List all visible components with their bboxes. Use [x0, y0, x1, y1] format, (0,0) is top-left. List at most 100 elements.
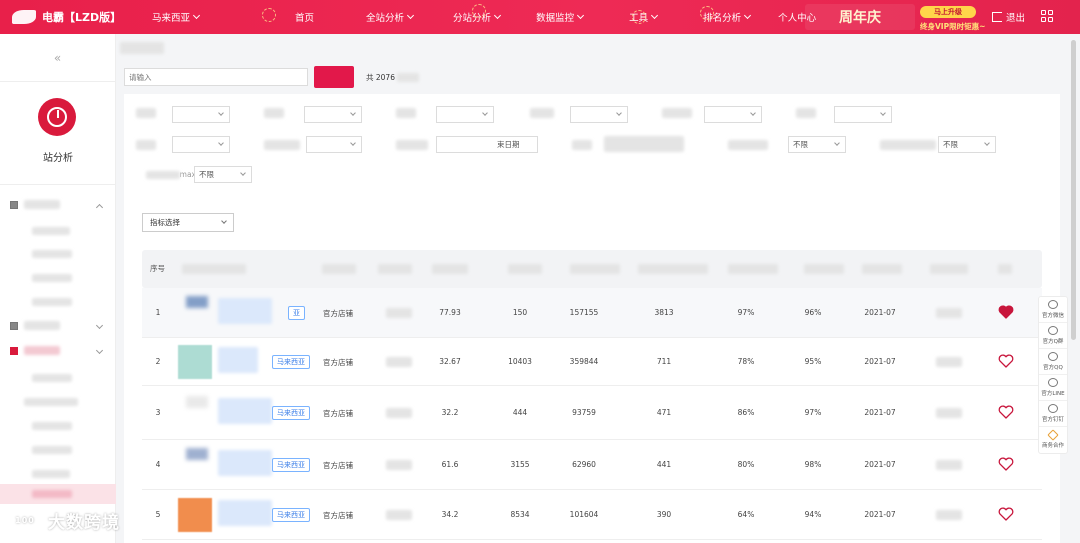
rail-business[interactable]: 商务合作: [1039, 427, 1067, 453]
app-logo[interactable]: 电霸【LZD版】: [0, 9, 140, 25]
filter-label: [136, 108, 156, 118]
site-badge: 马来西亚: [272, 508, 310, 522]
table-cell-p1: 78%: [737, 357, 755, 366]
anniversary-promo-banner[interactable]: 周年庆: [805, 4, 915, 30]
column-header[interactable]: [998, 264, 1012, 274]
product-name[interactable]: [218, 450, 272, 476]
sidebar-sub-item[interactable]: [32, 374, 72, 382]
table-row[interactable]: 1 亚 官方店铺 77.93 150 157155 3813 97% 96% 2021-07: [142, 288, 1042, 338]
product-name[interactable]: [218, 500, 272, 526]
product-name[interactable]: [218, 298, 272, 324]
rail-label: 官方微信: [1041, 313, 1064, 319]
rail-qq[interactable]: 官方QQ: [1039, 349, 1067, 375]
filter-select[interactable]: [436, 106, 494, 123]
column-header[interactable]: [182, 264, 246, 274]
rail-qgroup[interactable]: 官方Q群: [1039, 323, 1067, 349]
table-cell-p1: 80%: [737, 460, 755, 469]
column-header[interactable]: [570, 264, 620, 274]
chevron-down-icon: [192, 11, 201, 20]
firework-decoration-icon: [472, 4, 486, 18]
table-cell-store: 官方店铺: [323, 358, 353, 367]
rail-dingtalk[interactable]: 官方钉钉: [1039, 401, 1067, 427]
chevron-down-icon: [494, 11, 502, 20]
product-name[interactable]: [218, 347, 258, 373]
sidebar-group-3[interactable]: [10, 346, 106, 355]
vip-promo-text: 终身VIP限时钜惠~: [920, 22, 986, 31]
select-value: 不限: [793, 140, 808, 149]
search-button[interactable]: [314, 66, 354, 88]
table-row[interactable]: 5 马来西亚 官方店铺 34.2 8534 101604 390 64% 94% 2021-07: [142, 490, 1042, 540]
filter-select[interactable]: [306, 136, 362, 153]
table-row[interactable]: 2 马来西亚 官方店铺 32.67 10403 359844 711 78% 95% 2021-0…: [142, 338, 1042, 386]
sidebar-group-2[interactable]: [10, 321, 106, 330]
heart-outline-icon[interactable]: [998, 507, 1014, 521]
sidebar-sub-item[interactable]: [32, 298, 72, 306]
rail-line[interactable]: 官方LINE: [1039, 375, 1067, 401]
product-thumbnail[interactable]: [186, 396, 208, 408]
redacted-label: [24, 346, 60, 355]
product-thumbnail[interactable]: [178, 498, 212, 532]
date-range-picker[interactable]: 束日期: [436, 136, 538, 153]
search-input[interactable]: [124, 68, 308, 86]
sidebar-sub-item[interactable]: [32, 274, 72, 282]
sidebar-sub-item-active[interactable]: [0, 484, 116, 504]
filter-select[interactable]: [704, 106, 762, 123]
column-header[interactable]: [804, 264, 844, 274]
column-header[interactable]: [432, 264, 468, 274]
heart-filled-icon[interactable]: [998, 305, 1014, 319]
sidebar-collapse-button[interactable]: «: [0, 34, 115, 82]
rail-wechat[interactable]: 官方微信: [1039, 297, 1067, 323]
rail-label: 官方Q群: [1042, 339, 1064, 345]
metric-select[interactable]: 指标选择: [142, 213, 234, 232]
product-name[interactable]: [218, 398, 272, 424]
sidebar-sub-item[interactable]: [32, 250, 72, 258]
heart-outline-icon[interactable]: [998, 354, 1014, 368]
table-row[interactable]: 4 马来西亚 官方店铺 61.6 3155 62960 441 80% 98% 2021-07: [142, 440, 1042, 490]
filter-select[interactable]: [834, 106, 892, 123]
column-header[interactable]: [930, 264, 968, 274]
product-thumbnail[interactable]: [178, 345, 212, 379]
column-header[interactable]: [322, 264, 356, 274]
filter-select[interactable]: [604, 136, 684, 152]
heart-outline-icon[interactable]: [998, 405, 1014, 419]
redacted-cell: [936, 460, 962, 470]
product-thumbnail[interactable]: [186, 448, 208, 460]
filter-select[interactable]: [172, 106, 230, 123]
nav-item-data-monitor[interactable]: 数据监控: [536, 10, 585, 24]
apps-grid-icon[interactable]: [1041, 10, 1053, 22]
filter-select[interactable]: [570, 106, 628, 123]
table-cell-v3: 101604: [569, 510, 599, 519]
nav-item-home[interactable]: 首页: [295, 10, 314, 24]
nav-item-region[interactable]: 马来西亚: [152, 10, 201, 24]
column-header[interactable]: [638, 264, 708, 274]
table-row[interactable]: 3 马来西亚 官方店铺 32.2 444 93759 471 86% 97% 2021-07: [142, 386, 1042, 440]
table-cell-idx: 2: [155, 357, 161, 366]
sidebar-group-1[interactable]: [10, 200, 106, 212]
filter-select[interactable]: 不限: [194, 166, 252, 183]
filter-select[interactable]: 不限: [788, 136, 846, 153]
column-header[interactable]: [728, 264, 778, 274]
wechat-icon: [1048, 300, 1058, 309]
menu-icon: [10, 321, 18, 330]
filter-select[interactable]: [304, 106, 362, 123]
product-thumbnail[interactable]: [186, 296, 208, 308]
upgrade-button[interactable]: 马上升级: [920, 6, 976, 18]
logout-button[interactable]: 退出: [992, 10, 1025, 24]
heart-outline-icon[interactable]: [998, 457, 1014, 471]
sidebar-sub-item[interactable]: [32, 446, 72, 454]
upgrade-label: 马上升级: [934, 8, 962, 16]
filter-select[interactable]: 不限: [938, 136, 996, 153]
column-header[interactable]: [508, 264, 542, 274]
logo-mark-icon: [12, 10, 36, 24]
table-cell-v4: 441: [656, 460, 672, 469]
table-cell-p2: 95%: [804, 357, 822, 366]
page-scrollbar[interactable]: [1071, 40, 1076, 340]
filter-select[interactable]: [172, 136, 230, 153]
sidebar-sub-item[interactable]: [32, 227, 70, 235]
sidebar-sub-item[interactable]: [24, 398, 78, 406]
column-header[interactable]: [378, 264, 412, 274]
sidebar-sub-item[interactable]: [32, 470, 70, 478]
nav-item-site-analysis[interactable]: 全站分析: [366, 10, 415, 24]
column-header[interactable]: [862, 264, 902, 274]
sidebar-sub-item[interactable]: [32, 422, 72, 430]
